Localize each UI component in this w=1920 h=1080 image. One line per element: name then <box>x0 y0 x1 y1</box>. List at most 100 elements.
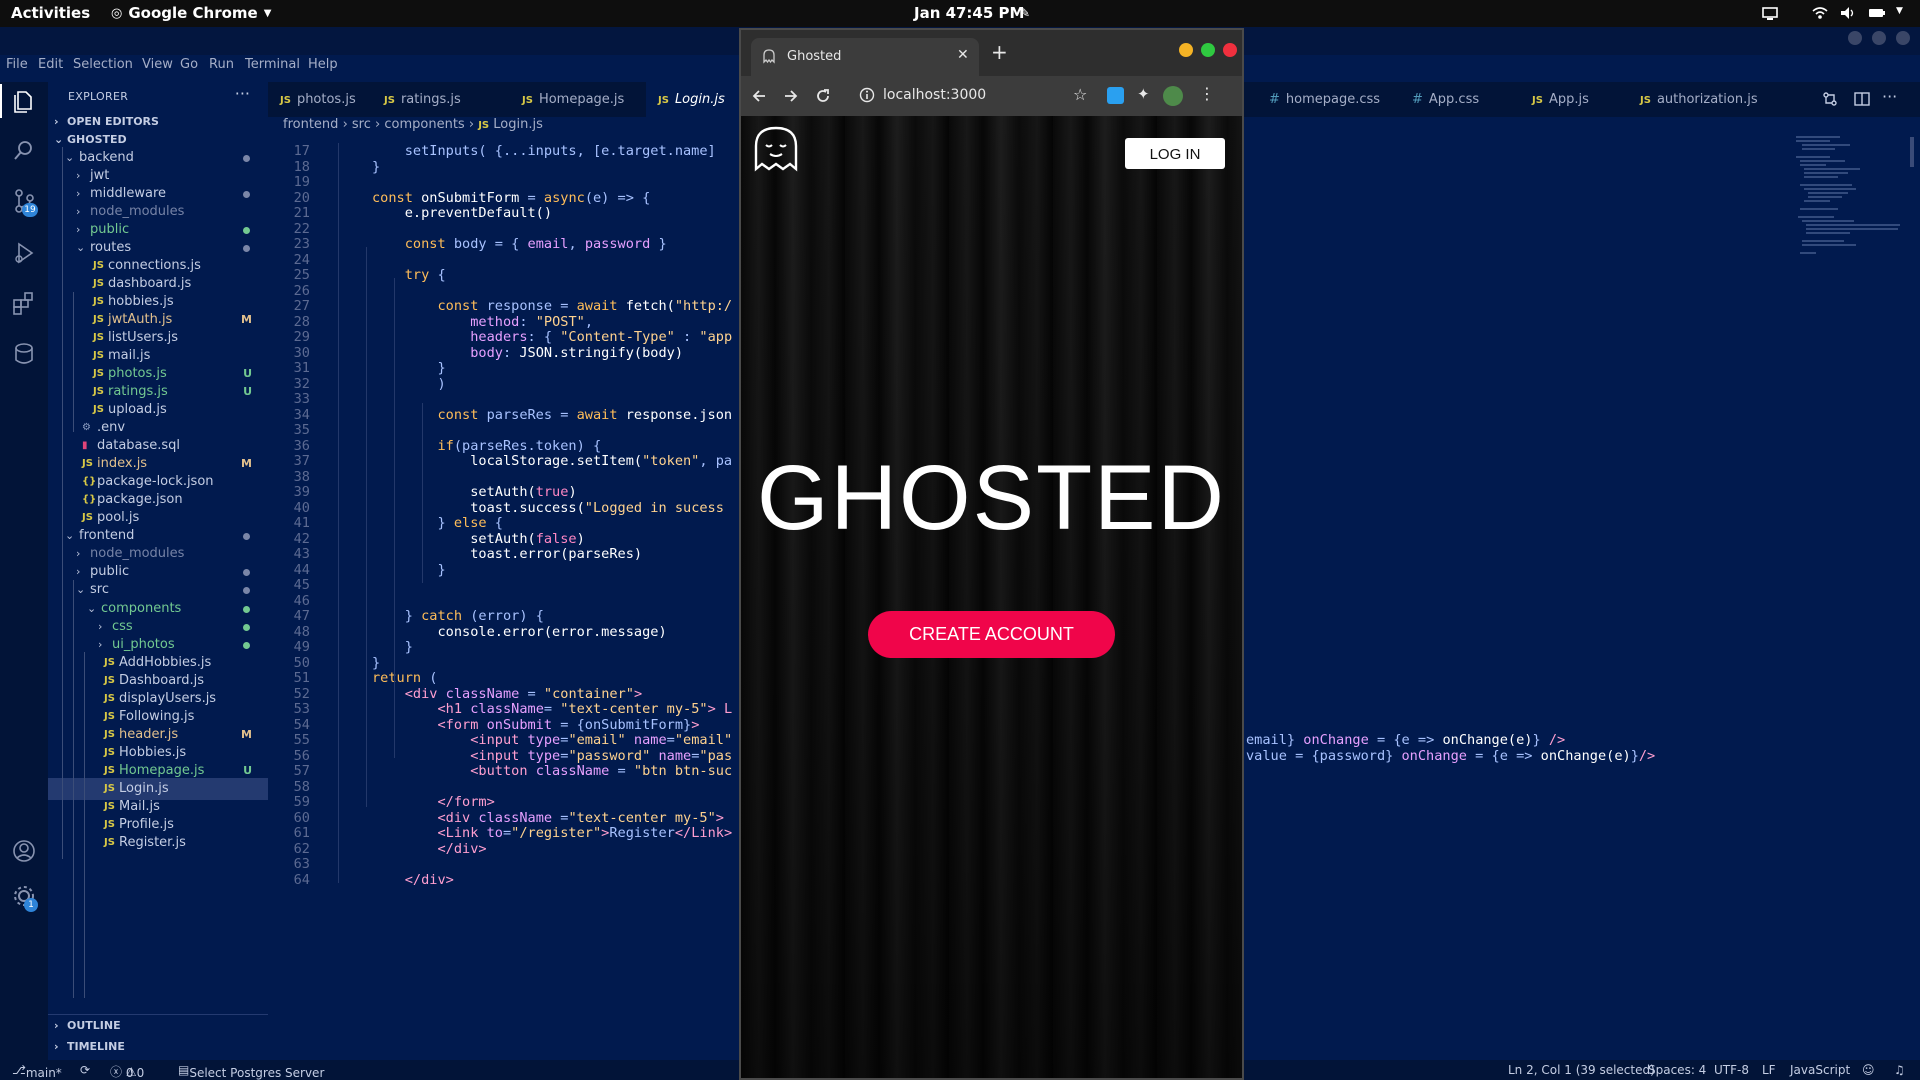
settings-gear-icon[interactable]: 1 <box>10 882 38 912</box>
menu-selection[interactable]: Selection <box>73 57 133 72</box>
wifi-icon[interactable] <box>1812 6 1828 20</box>
tab-photos[interactable]: JS photos.js <box>280 82 380 117</box>
code-line: </form> <box>372 794 494 810</box>
database-icon[interactable] <box>10 340 38 368</box>
menu-view[interactable]: View <box>142 57 173 72</box>
reload-icon[interactable] <box>815 88 831 104</box>
more-actions-icon[interactable]: ··· <box>1882 87 1897 106</box>
tab-homepage-css[interactable]: # homepage.css <box>1269 82 1389 117</box>
js-file-icon: JS <box>478 120 490 131</box>
chrome-minimize-button[interactable] <box>1179 43 1193 57</box>
timeline-section[interactable]: › TIMELINE <box>48 1036 268 1058</box>
volume-icon[interactable] <box>1840 6 1856 20</box>
tab-homepage[interactable]: JS Homepage.js <box>522 82 642 117</box>
clock-date[interactable]: Jan 4 <box>914 4 956 22</box>
tree-file[interactable]: JS Register.js <box>48 832 268 854</box>
code-line: setAuth(true) <box>372 484 576 500</box>
ghost-logo-icon[interactable] <box>751 124 801 174</box>
code-line: } <box>372 360 445 376</box>
new-tab-icon[interactable]: + <box>991 40 1008 64</box>
tab-app-css[interactable]: # App.css <box>1412 82 1502 117</box>
editor-scrollbar[interactable] <box>1910 137 1914 167</box>
source-control-icon[interactable]: 19 <box>10 187 38 217</box>
breadcrumb-frontend[interactable]: frontend <box>283 117 338 132</box>
modified-dot <box>243 245 250 253</box>
search-icon[interactable] <box>10 137 38 165</box>
tab-app-js[interactable]: JS App.js <box>1532 82 1612 117</box>
feedback-icon[interactable]: ☺ <box>1862 1063 1875 1077</box>
code-token: "email" <box>568 732 626 748</box>
code-token: = <box>666 732 675 748</box>
sync-icon[interactable]: ⟳ <box>80 1063 90 1077</box>
js-file-icon: JS <box>1640 95 1651 106</box>
code-token: = <box>519 189 544 206</box>
line-number: 35 <box>293 422 310 438</box>
screen-share-icon[interactable] <box>1762 6 1778 20</box>
notifications-bell-icon[interactable]: ♫ <box>1894 1063 1905 1077</box>
profile-avatar[interactable] <box>1163 86 1183 106</box>
code-token: className <box>535 763 610 779</box>
menu-go[interactable]: Go <box>180 57 198 72</box>
site-info-icon[interactable] <box>859 87 875 103</box>
chrome-menu-icon[interactable]: ⋮ <box>1199 84 1215 103</box>
language-mode[interactable]: JavaScript <box>1790 1063 1850 1077</box>
cursor-position[interactable]: Ln 2, Col 1 (39 selected) <box>1508 1063 1655 1077</box>
menu-terminal[interactable]: Terminal <box>245 57 300 72</box>
extension-cloud-icon[interactable] <box>1107 87 1124 104</box>
login-button[interactable]: LOG IN <box>1125 138 1225 169</box>
tab-authorization[interactable]: JS authorization.js <box>1640 82 1780 117</box>
back-arrow-icon[interactable] <box>751 88 767 104</box>
line-number: 20 <box>293 189 310 206</box>
app-menu[interactable]: ◎ Google Chrome ▼ <box>111 4 271 22</box>
branch-status[interactable]: ⎇ main* <box>12 1063 62 1080</box>
minimize-button[interactable] <box>1848 31 1862 45</box>
code-token: = {e => <box>1368 732 1443 748</box>
create-account-button[interactable]: CREATE ACCOUNT <box>868 611 1115 658</box>
menu-help[interactable]: Help <box>308 57 338 72</box>
system-menu-chevron-icon[interactable]: ▼ <box>1896 6 1903 16</box>
scm-count-badge: 19 <box>22 203 38 217</box>
close-button[interactable] <box>1896 31 1910 45</box>
breadcrumb-file[interactable]: Login.js <box>493 117 543 132</box>
compare-changes-icon[interactable] <box>1822 91 1838 107</box>
code-token: <button <box>372 763 536 779</box>
outline-section[interactable]: › OUTLINE <box>48 1014 268 1036</box>
run-debug-icon[interactable] <box>10 239 38 267</box>
minimap[interactable] <box>1790 133 1910 293</box>
close-tab-icon[interactable]: ✕ <box>957 47 969 63</box>
battery-icon[interactable] <box>1868 6 1886 20</box>
problems-status[interactable]: ⓧ 0 ⚠ 0 <box>110 1063 144 1080</box>
maximize-button[interactable] <box>1872 31 1886 45</box>
breadcrumb-components[interactable]: components <box>384 117 464 132</box>
menu-run[interactable]: Run <box>209 57 234 72</box>
more-actions-icon[interactable]: ··· <box>235 84 250 103</box>
split-editor-icon[interactable] <box>1854 91 1870 107</box>
extensions-icon[interactable] <box>10 289 38 317</box>
indentation-status[interactable]: Spaces: 4 <box>1648 1063 1706 1077</box>
line-number: 44 <box>293 561 310 578</box>
code-line: ) <box>372 376 445 392</box>
code-line: } catch (error) { <box>372 608 544 624</box>
address-bar[interactable]: localhost:3000 <box>883 87 986 103</box>
forward-arrow-icon[interactable] <box>783 88 799 104</box>
eol-status[interactable]: LF <box>1762 1063 1776 1077</box>
extensions-puzzle-icon[interactable]: ✦ <box>1137 85 1150 103</box>
account-icon[interactable] <box>10 837 38 865</box>
menu-file[interactable]: File <box>6 57 28 72</box>
bookmark-star-icon[interactable]: ☆ <box>1073 85 1087 104</box>
encoding-status[interactable]: UTF-8 <box>1714 1063 1749 1077</box>
chrome-maximize-button[interactable] <box>1201 43 1215 57</box>
chrome-tab-ghosted[interactable]: Ghosted ✕ <box>751 38 979 76</box>
activities-button[interactable]: Activities <box>11 4 90 22</box>
chrome-close-button[interactable] <box>1223 43 1237 57</box>
clock-time[interactable]: 7:45 PM <box>956 4 1024 22</box>
explorer-icon[interactable] <box>10 87 38 115</box>
tab-ratings[interactable]: JS ratings.js <box>384 82 484 117</box>
menu-edit[interactable]: Edit <box>38 57 63 72</box>
breadcrumb-src[interactable]: src <box>352 117 371 132</box>
postgres-status[interactable]: ▤ Select Postgres Server <box>178 1063 324 1080</box>
code-token: "POST" <box>535 313 585 330</box>
line-number: 23 <box>293 236 310 252</box>
tab-login[interactable]: JS Login.js <box>646 82 750 117</box>
code-token: const <box>372 236 454 252</box>
